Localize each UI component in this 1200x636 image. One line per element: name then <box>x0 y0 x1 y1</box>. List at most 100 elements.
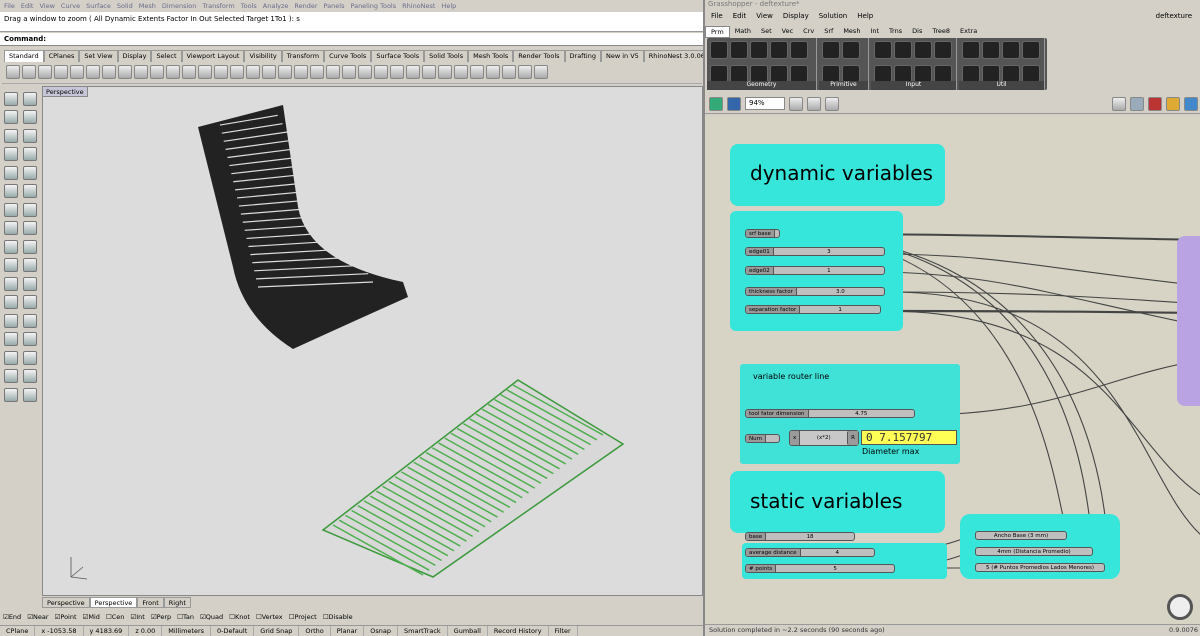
canvas-navigator-icon[interactable] <box>1167 594 1193 620</box>
toolbar-icon[interactable] <box>358 65 372 79</box>
tool-icon[interactable] <box>23 202 37 217</box>
toolbar-icon[interactable] <box>150 65 164 79</box>
osnap-item[interactable]: ☑Point <box>55 613 77 623</box>
component-icon[interactable] <box>874 41 892 59</box>
toolbar-icon[interactable] <box>518 65 532 79</box>
toolbar-tab[interactable]: Standard <box>4 50 44 62</box>
tool-icon[interactable] <box>23 128 37 143</box>
tool-icon[interactable] <box>4 239 18 254</box>
tool-icon[interactable] <box>4 369 18 384</box>
gh-tab[interactable]: Trns <box>884 26 907 38</box>
tool-icon[interactable] <box>23 332 37 347</box>
gh-menu-item[interactable]: Help <box>857 12 873 22</box>
tool-icon[interactable] <box>23 313 37 328</box>
toolbar-tab[interactable]: Transform <box>281 50 325 62</box>
tool-icon[interactable] <box>4 332 18 347</box>
tool-icon[interactable] <box>4 165 18 180</box>
param-node[interactable]: 5 (# Puntos Promedios Lados Menores) <box>975 563 1105 572</box>
param-node[interactable]: 4mm (Distancia Promedio) <box>975 547 1093 556</box>
component-icon[interactable] <box>750 41 768 59</box>
toolbar-icon[interactable] <box>182 65 196 79</box>
toolbar-icon[interactable] <box>214 65 228 79</box>
osnap-item[interactable]: ☑Near <box>27 613 48 623</box>
osnap-item[interactable]: ☐Tan <box>177 613 194 623</box>
number-slider[interactable]: separation factor 1 <box>745 305 881 314</box>
toolbar-icon[interactable] <box>230 65 244 79</box>
osnap-item[interactable]: ☐Disable <box>323 613 353 623</box>
tool-icon[interactable] <box>23 369 37 384</box>
toolbar-icon[interactable] <box>198 65 212 79</box>
menu-item[interactable]: Edit <box>21 2 34 10</box>
component-icon[interactable] <box>934 41 952 59</box>
status-field[interactable]: Gumball <box>448 626 488 636</box>
viewport-tab[interactable]: Perspective <box>42 597 90 608</box>
number-slider[interactable]: thickness factor 3.0 <box>745 287 885 296</box>
component-icon[interactable] <box>710 41 728 59</box>
diameter-panel[interactable]: 0 7.157797 <box>861 430 957 445</box>
gh-tab[interactable]: Srf <box>819 26 838 38</box>
sketch-icon[interactable] <box>825 96 839 111</box>
tool-icon[interactable] <box>23 387 37 402</box>
gh-tab[interactable]: Extra <box>955 26 982 38</box>
osnap-item[interactable]: ☐Knot <box>229 613 250 623</box>
menu-item[interactable]: Solid <box>117 2 133 10</box>
tool-icon[interactable] <box>23 110 37 125</box>
gh-menu-item[interactable]: Edit <box>733 12 747 22</box>
toolbar-icon[interactable] <box>134 65 148 79</box>
tool-icon[interactable] <box>23 295 37 310</box>
tool-icon[interactable] <box>23 165 37 180</box>
toolbar-tab[interactable]: CPlanes <box>43 50 80 62</box>
osnap-item[interactable]: ☐Vertex <box>256 613 283 623</box>
component-icon[interactable] <box>894 41 912 59</box>
toolbar-icon[interactable] <box>86 65 100 79</box>
toolbar-tab[interactable]: Solid Tools <box>424 50 469 62</box>
tool-icon[interactable] <box>23 258 37 273</box>
viewport-tab[interactable]: Perspective <box>89 597 138 608</box>
tool-icon[interactable] <box>4 184 18 199</box>
toolbar-tab[interactable]: New in V5 <box>600 50 644 62</box>
tool-icon[interactable] <box>23 350 37 365</box>
gh-tab[interactable]: Crv <box>798 26 819 38</box>
gh-tab[interactable]: Set <box>756 26 777 38</box>
toolbar-tab[interactable]: Select <box>151 50 182 62</box>
tool-icon[interactable] <box>4 258 18 273</box>
gh-tab[interactable]: Math <box>730 26 756 38</box>
menu-item[interactable]: Paneling Tools <box>350 2 396 10</box>
open-file-icon[interactable] <box>709 96 723 111</box>
toolbar-tab[interactable]: Mesh Tools <box>468 50 514 62</box>
gh-menu-item[interactable]: Solution <box>819 12 848 22</box>
menu-item[interactable]: Tools <box>241 2 257 10</box>
gh-menu-item[interactable]: Display <box>783 12 809 22</box>
toolbar-icon[interactable] <box>262 65 276 79</box>
toolbar-icon[interactable] <box>326 65 340 79</box>
menu-item[interactable]: File <box>4 2 15 10</box>
toolbar-tab[interactable]: RhinoNest 3.0.06 <box>643 50 703 62</box>
toolbar-icon[interactable] <box>502 65 516 79</box>
component-icon[interactable] <box>914 41 932 59</box>
num-param[interactable]: Num <box>745 434 780 443</box>
tool-icon[interactable] <box>4 350 18 365</box>
gh-tab[interactable]: Vec <box>777 26 799 38</box>
status-field[interactable]: Record History <box>488 626 549 636</box>
gh-tab[interactable]: Tree8 <box>927 26 955 38</box>
gh-canvas[interactable]: dynamic variables variable router line s… <box>705 116 1200 624</box>
component-icon[interactable] <box>822 41 840 59</box>
tool-icon[interactable] <box>4 92 18 106</box>
tool-icon[interactable] <box>4 202 18 217</box>
component-icon[interactable] <box>982 41 1000 59</box>
status-field[interactable]: Ortho <box>299 626 331 636</box>
tool-icon[interactable] <box>4 295 18 310</box>
menu-item[interactable]: Curve <box>61 2 80 10</box>
command-line[interactable]: Command: <box>0 33 703 46</box>
perspective-viewport[interactable] <box>42 86 703 596</box>
expression-component[interactable]: x (x*2) R <box>789 430 859 446</box>
toolbar-tab[interactable]: Viewport Layout <box>181 50 245 62</box>
tool-icon[interactable] <box>4 313 18 328</box>
toolbar-tab[interactable]: Render Tools <box>513 50 565 62</box>
zoom-level[interactable]: 94% <box>745 97 785 110</box>
menu-item[interactable]: Help <box>441 2 456 10</box>
param-node[interactable]: Ancho Base (3 mm) <box>975 531 1067 540</box>
toolbar-icon[interactable] <box>438 65 452 79</box>
menu-item[interactable]: Transform <box>202 2 234 10</box>
toolbar-icon[interactable] <box>246 65 260 79</box>
